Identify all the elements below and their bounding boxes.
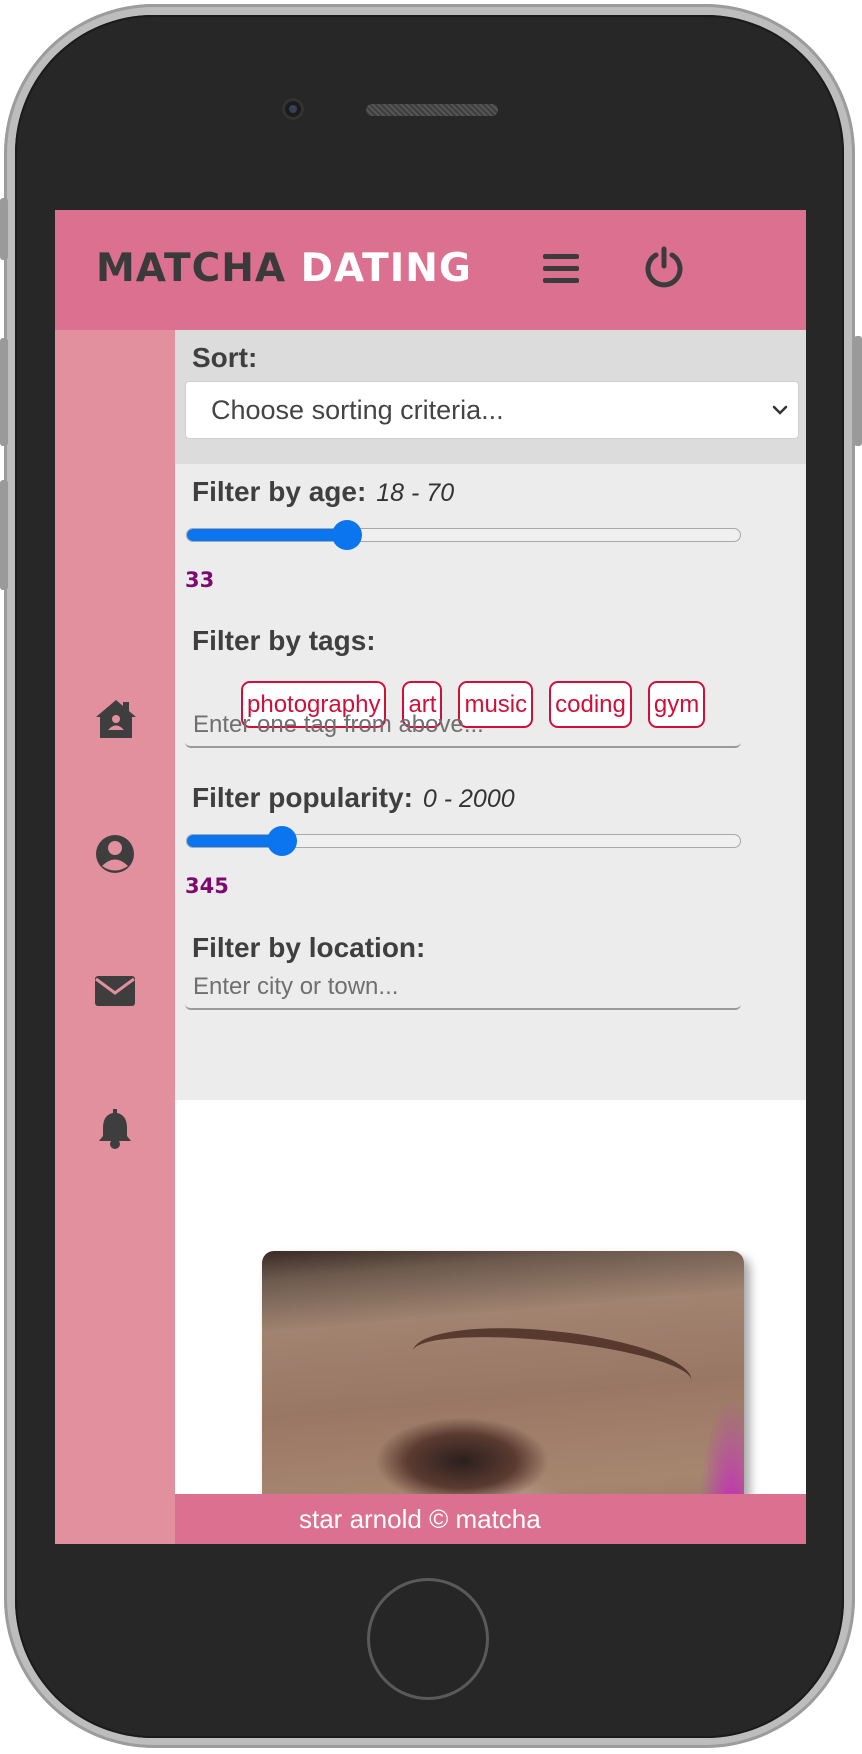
- popularity-slider[interactable]: [186, 826, 741, 856]
- footer-text: star arnold © matcha: [299, 1504, 541, 1534]
- sort-select[interactable]: Choose sorting criteria...: [185, 381, 799, 439]
- popularity-range: 0 - 2000: [422, 785, 515, 813]
- sort-label: Sort:: [192, 342, 258, 373]
- popularity-value: 345: [185, 874, 229, 898]
- sort-selected-value: Choose sorting criteria...: [211, 395, 504, 425]
- brand-part1: MATCHA: [96, 246, 287, 291]
- tag-input[interactable]: Enter one tag from above...: [185, 706, 741, 748]
- brand-part2: DATING: [300, 246, 472, 291]
- popularity-filter-label: Filter popularity: 0 - 2000: [192, 782, 515, 814]
- location-input-placeholder: Enter city or town...: [193, 973, 399, 1000]
- volume-down-button: [0, 480, 8, 590]
- user-circle-icon[interactable]: [93, 831, 139, 877]
- sidebar: [55, 330, 175, 1544]
- volume-up-button: [0, 338, 8, 446]
- age-value: 33: [185, 568, 215, 592]
- bell-icon[interactable]: [93, 1106, 139, 1152]
- app-footer: star arnold © matcha: [175, 1494, 806, 1544]
- age-slider-thumb[interactable]: [331, 520, 362, 550]
- power-side-button: [854, 336, 862, 446]
- chevron-down-icon: [772, 405, 788, 415]
- tag-input-placeholder: Enter one tag from above...: [193, 711, 484, 738]
- brand-logo[interactable]: MATCHA DATING: [96, 246, 472, 291]
- age-range: 18 - 70: [376, 479, 455, 507]
- age-slider[interactable]: [186, 520, 741, 550]
- age-slider-fill: [187, 529, 347, 541]
- home-button[interactable]: [367, 1578, 489, 1700]
- location-filter-label: Filter by location:: [192, 932, 426, 963]
- popularity-filter-title: Filter popularity:: [192, 782, 413, 813]
- mute-switch: [0, 198, 8, 260]
- filters-section: Filter by age: 18 - 70 33 Filter by tags:…: [175, 464, 806, 1100]
- main-content: Sort: Choose sorting criteria... Filter …: [175, 330, 806, 1544]
- home-icon[interactable]: [93, 696, 139, 742]
- app-screen: MATCHA DATING Sort: Choose sorting crite…: [55, 210, 806, 1544]
- hamburger-icon[interactable]: [543, 254, 579, 286]
- age-filter-title: Filter by age:: [192, 476, 367, 507]
- camera-icon: [282, 98, 304, 120]
- age-filter-label: Filter by age: 18 - 70: [192, 476, 454, 508]
- speaker-grille: [366, 104, 498, 116]
- envelope-icon[interactable]: [93, 968, 139, 1014]
- sort-section: Sort: Choose sorting criteria...: [175, 330, 806, 464]
- location-input[interactable]: Enter city or town...: [185, 968, 741, 1010]
- tags-filter-label: Filter by tags:: [192, 625, 376, 656]
- popularity-slider-thumb[interactable]: [267, 826, 298, 856]
- power-icon[interactable]: [642, 246, 686, 290]
- app-header: MATCHA DATING: [55, 210, 806, 330]
